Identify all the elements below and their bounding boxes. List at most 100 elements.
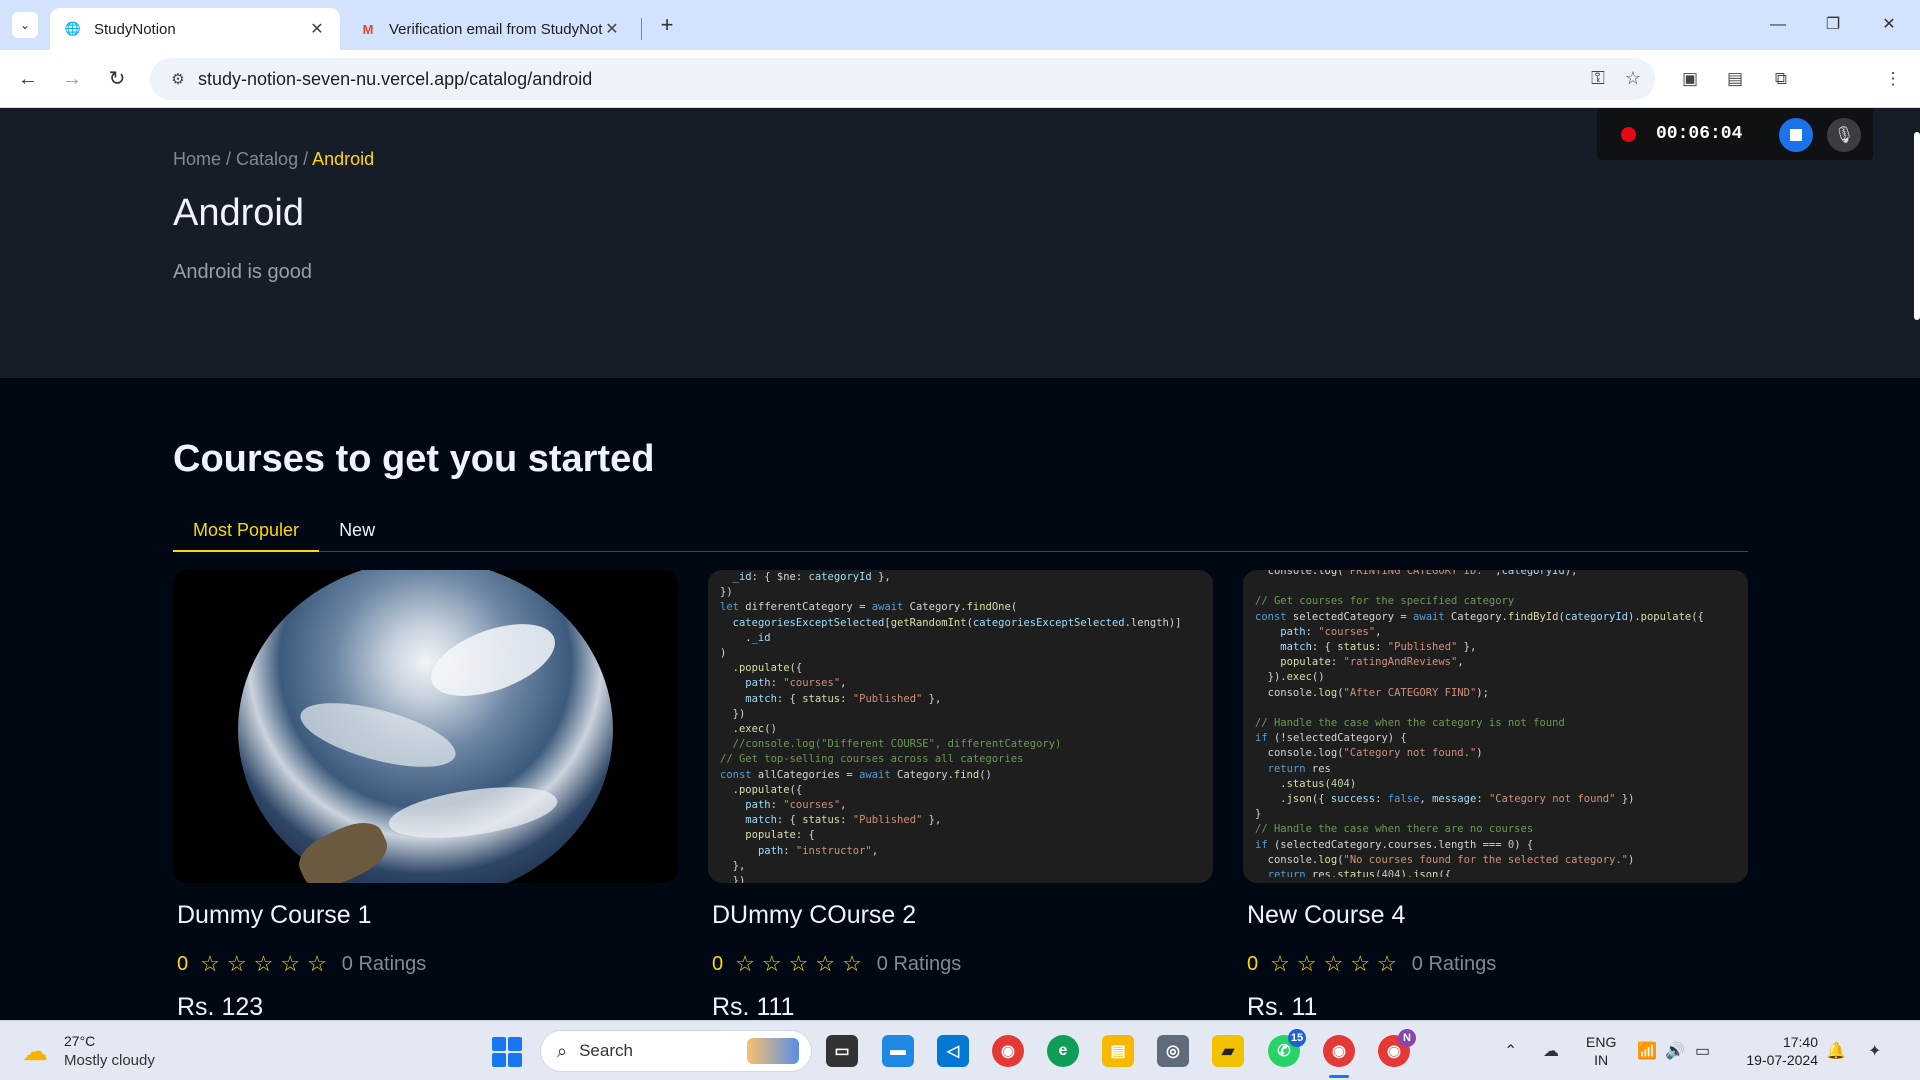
battery-icon[interactable]: ▭ bbox=[1695, 1041, 1710, 1061]
weather-temperature[interactable]: 27°C bbox=[64, 1033, 95, 1049]
minimize-button[interactable]: — bbox=[1755, 8, 1801, 42]
scrollbar[interactable] bbox=[1914, 132, 1920, 320]
close-window-button[interactable]: ✕ bbox=[1866, 8, 1912, 42]
sticky-notes-icon[interactable]: ▰ bbox=[1212, 1035, 1244, 1067]
chrome-icon[interactable]: ◉ bbox=[992, 1035, 1024, 1067]
back-button[interactable]: ← bbox=[14, 65, 42, 93]
restore-button[interactable]: ❐ bbox=[1810, 8, 1856, 42]
gmail-icon: M bbox=[362, 21, 374, 37]
search-highlight-image bbox=[747, 1038, 799, 1064]
notification-bell-icon[interactable]: 🔔 bbox=[1826, 1041, 1846, 1061]
course-title[interactable]: New Course 4 bbox=[1243, 901, 1748, 930]
screen-recorder-widget: 00:06:04 🎙 bbox=[1597, 108, 1873, 160]
category-description: Android is good bbox=[173, 261, 312, 283]
onedrive-offline-icon[interactable]: ☁ bbox=[1543, 1041, 1559, 1061]
course-rating: 0 ☆ ☆ ☆ ☆ ☆ 0 Ratings bbox=[173, 951, 678, 977]
star-outline-icon: ☆ bbox=[1323, 951, 1344, 976]
extensions-icon[interactable]: ⧉ bbox=[1768, 66, 1794, 92]
course-card[interactable]: Dummy Course 1 0 ☆ ☆ ☆ ☆ ☆ 0 Ratings Rs.… bbox=[173, 570, 678, 1020]
whatsapp-icon[interactable]: ✆ 15 bbox=[1268, 1029, 1306, 1067]
recording-dot-icon bbox=[1621, 126, 1636, 142]
breadcrumb-separator: / bbox=[221, 149, 237, 169]
close-icon[interactable]: ✕ bbox=[603, 19, 621, 39]
tab-gmail[interactable]: M Verification email from StudyNotion ✕ bbox=[345, 8, 635, 50]
star-outline-icon: ☆ bbox=[253, 951, 274, 976]
earth-image bbox=[238, 570, 613, 883]
rating-average: 0 bbox=[712, 952, 724, 975]
stop-icon bbox=[1790, 129, 1802, 141]
taskbar-search[interactable]: ⌕ Search bbox=[540, 1030, 812, 1072]
course-card[interactable]: console.log("PRINTING CATEGORY ID: ",cat… bbox=[1243, 570, 1748, 1020]
url-text: study-notion-seven-nu.vercel.app/catalog… bbox=[198, 68, 593, 89]
key-icon[interactable]: ⚿ bbox=[1591, 68, 1605, 89]
tab-title: Verification email from StudyNotion bbox=[389, 20, 603, 38]
chrome-profile-icon[interactable]: ◉ N bbox=[1378, 1029, 1416, 1067]
site-info-icon[interactable]: ⚙ bbox=[158, 70, 198, 88]
address-bar[interactable]: ⚙ study-notion-seven-nu.vercel.app/catal… bbox=[150, 58, 1655, 100]
show-hidden-icons-chevron-icon[interactable]: ⌃ bbox=[1504, 1041, 1517, 1061]
vscode-icon[interactable]: ◁ bbox=[937, 1035, 969, 1067]
menu-icon[interactable]: ⋮ bbox=[1880, 66, 1906, 92]
star-outline-icon: ☆ bbox=[1350, 951, 1371, 976]
tab-search-button[interactable]: ⌄ bbox=[12, 12, 38, 38]
rating-count: 0 Ratings bbox=[1411, 952, 1497, 975]
course-card[interactable]: _id: { $ne: categoryId }, }) let differe… bbox=[708, 570, 1213, 1020]
tab-most-popular[interactable]: Most Populer bbox=[173, 508, 320, 552]
active-app-indicator bbox=[1329, 1075, 1349, 1078]
task-view-icon[interactable]: ▭ bbox=[826, 1035, 858, 1067]
tab-studynotion[interactable]: 🌐 StudyNotion ✕ bbox=[50, 8, 340, 50]
star-outline-icon: ☆ bbox=[735, 951, 755, 976]
language-indicator[interactable]: ENG IN bbox=[1586, 1033, 1616, 1069]
stop-recording-button[interactable] bbox=[1779, 118, 1813, 152]
rating-count: 0 Ratings bbox=[876, 952, 962, 975]
course-thumbnail[interactable]: _id: { $ne: categoryId }, }) let differe… bbox=[708, 570, 1213, 883]
mic-muted-button[interactable]: 🎙 bbox=[1827, 118, 1861, 152]
course-thumbnail[interactable]: console.log("PRINTING CATEGORY ID: ",cat… bbox=[1243, 570, 1748, 883]
bookmark-star-icon[interactable]: ☆ bbox=[1625, 68, 1641, 89]
chrome-active-icon[interactable]: ◉ bbox=[1323, 1035, 1355, 1067]
camera-icon[interactable]: ◎ bbox=[1157, 1035, 1189, 1067]
copilot-icon[interactable]: ✦ bbox=[1868, 1041, 1881, 1061]
tab-title: StudyNotion bbox=[94, 20, 176, 38]
course-title[interactable]: DUmmy COurse 2 bbox=[708, 901, 1213, 930]
cast-icon[interactable]: ▤ bbox=[1722, 66, 1748, 92]
reload-button[interactable]: ↻ bbox=[103, 65, 131, 93]
new-tab-button[interactable]: + bbox=[652, 12, 682, 38]
star-outline-icon: ☆ bbox=[842, 951, 862, 976]
course-thumbnail[interactable] bbox=[173, 570, 678, 883]
tab-new[interactable]: New bbox=[319, 508, 395, 552]
star-outline-icon: ☆ bbox=[1270, 951, 1290, 976]
desktop-icon[interactable]: ▬ bbox=[882, 1035, 914, 1067]
system-clock[interactable]: 17:40 19-07-2024 bbox=[1740, 1033, 1818, 1069]
file-explorer-icon[interactable]: ▤ bbox=[1102, 1035, 1134, 1067]
course-price: Rs. 123 bbox=[177, 993, 264, 1020]
weather-description[interactable]: Mostly cloudy bbox=[64, 1052, 155, 1069]
star-outline-icon: ☆ bbox=[226, 951, 247, 976]
course-title[interactable]: Dummy Course 1 bbox=[173, 901, 678, 930]
edge-icon[interactable]: e bbox=[1047, 1035, 1079, 1067]
course-rating: 0 ☆ ☆ ☆ ☆ ☆ 0 Ratings bbox=[708, 951, 1213, 977]
star-outline-icon: ☆ bbox=[307, 951, 327, 976]
section-title: Courses to get you started bbox=[173, 438, 655, 480]
breadcrumb-catalog[interactable]: Catalog bbox=[236, 149, 298, 169]
recording-timer: 00:06:04 bbox=[1656, 124, 1743, 144]
close-icon[interactable]: ✕ bbox=[308, 19, 326, 39]
forward-button[interactable]: → bbox=[58, 65, 86, 93]
page-content: Home / Catalog / Android Android Android… bbox=[0, 108, 1920, 1020]
windows-start-button[interactable] bbox=[492, 1037, 522, 1067]
star-outline-icon: ☆ bbox=[761, 951, 782, 976]
search-label: Search bbox=[579, 1041, 633, 1060]
page-title: Android bbox=[173, 192, 304, 234]
course-price: Rs. 11 bbox=[1247, 993, 1318, 1020]
weather-cloud-icon[interactable]: ☁ bbox=[22, 1036, 48, 1067]
rating-count: 0 Ratings bbox=[341, 952, 427, 975]
clock-time: 17:40 bbox=[1782, 1034, 1818, 1050]
picture-in-picture-icon[interactable]: ▣ bbox=[1677, 66, 1703, 92]
clock-date: 19-07-2024 bbox=[1746, 1052, 1818, 1068]
wifi-icon[interactable]: 📶 bbox=[1637, 1041, 1657, 1061]
breadcrumb-home[interactable]: Home bbox=[173, 149, 221, 169]
star-outline-icon: ☆ bbox=[1377, 951, 1397, 976]
breadcrumb-current: Android bbox=[312, 149, 375, 169]
volume-icon[interactable]: 🔊 bbox=[1665, 1041, 1685, 1061]
search-icon: ⌕ bbox=[557, 1040, 568, 1061]
